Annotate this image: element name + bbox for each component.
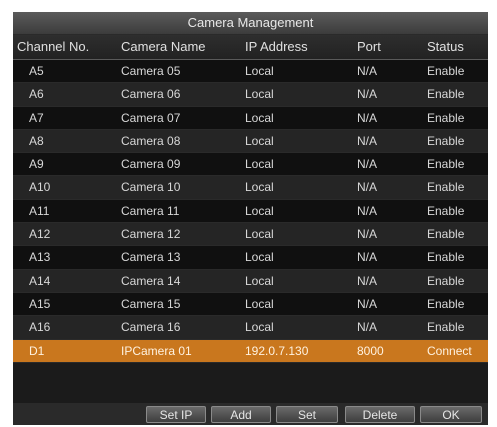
cell-camera-name: Camera 08 bbox=[121, 133, 181, 148]
cell-status: Enable bbox=[427, 296, 465, 311]
cell-ip-address: Local bbox=[245, 203, 274, 218]
cell-camera-name: Camera 07 bbox=[121, 110, 181, 125]
table-row[interactable]: A11 Camera 11 Local N/A Enable bbox=[13, 199, 488, 224]
cell-ip-address: Local bbox=[245, 250, 274, 265]
cell-status: Enable bbox=[427, 64, 465, 78]
cell-camera-name: Camera 09 bbox=[121, 157, 181, 172]
cell-camera-name: IPCamera 01 bbox=[121, 343, 192, 358]
column-header-port: Port bbox=[357, 39, 381, 54]
cell-status: Enable bbox=[427, 320, 465, 335]
cell-camera-name: Camera 13 bbox=[121, 250, 181, 265]
cell-port: N/A bbox=[357, 320, 378, 335]
cell-port: N/A bbox=[357, 157, 378, 172]
cell-channel-no: A5 bbox=[29, 64, 44, 78]
cell-channel-no: A10 bbox=[29, 180, 51, 195]
table-row[interactable]: A13 Camera 13 Local N/A Enable bbox=[13, 246, 488, 270]
cell-port: N/A bbox=[357, 296, 378, 311]
cell-ip-address: Local bbox=[245, 320, 274, 335]
table-row[interactable]: A8 Camera 08 Local N/A Enable bbox=[13, 129, 488, 154]
cell-status: Enable bbox=[427, 273, 465, 288]
table-row[interactable]: A9 Camera 09 Local N/A Enable bbox=[13, 153, 488, 177]
cell-port: N/A bbox=[357, 203, 378, 218]
table-header: Channel No. Camera Name IP Address Port … bbox=[13, 35, 488, 60]
cell-ip-address: Local bbox=[245, 273, 274, 288]
cell-channel-no: A11 bbox=[29, 203, 50, 218]
cell-camera-name: Camera 12 bbox=[121, 227, 181, 242]
cell-port: N/A bbox=[357, 180, 378, 195]
cell-port: N/A bbox=[357, 87, 378, 102]
cell-channel-no: D1 bbox=[29, 343, 45, 358]
cell-port: 8000 bbox=[357, 343, 384, 358]
cell-ip-address: 192.0.7.130 bbox=[245, 343, 309, 358]
cell-status: Enable bbox=[427, 157, 465, 172]
camera-management-dialog: Camera Management Channel No. Camera Nam… bbox=[13, 12, 488, 425]
cell-channel-no: A12 bbox=[29, 227, 51, 242]
cell-channel-no: A9 bbox=[29, 157, 44, 172]
cell-camera-name: Camera 10 bbox=[121, 180, 181, 195]
table-row[interactable]: A16 Camera 16 Local N/A Enable bbox=[13, 316, 488, 340]
cell-channel-no: A14 bbox=[29, 273, 51, 288]
delete-button[interactable]: Delete bbox=[345, 406, 415, 423]
table-row[interactable]: D1 IPCamera 01 192.0.7.130 8000 Connect bbox=[13, 339, 488, 363]
cell-port: N/A bbox=[357, 110, 378, 125]
ok-button[interactable]: OK bbox=[420, 406, 482, 423]
table-row[interactable]: A14 Camera 14 Local N/A Enable bbox=[13, 269, 488, 293]
cell-camera-name: Camera 14 bbox=[121, 273, 181, 288]
dialog-title: Camera Management bbox=[13, 12, 488, 35]
column-header-status: Status bbox=[427, 39, 464, 54]
cell-ip-address: Local bbox=[245, 296, 274, 311]
set-button[interactable]: Set bbox=[276, 406, 338, 423]
cell-channel-no: A6 bbox=[29, 87, 44, 102]
cell-camera-name: Camera 06 bbox=[121, 87, 181, 102]
cell-status: Enable bbox=[427, 87, 465, 102]
cell-channel-no: A13 bbox=[29, 250, 51, 265]
cell-ip-address: Local bbox=[245, 133, 274, 148]
cell-port: N/A bbox=[357, 64, 378, 78]
cell-status: Enable bbox=[427, 227, 465, 242]
table-row[interactable]: A15 Camera 15 Local N/A Enable bbox=[13, 292, 488, 317]
set-ip-button[interactable]: Set IP bbox=[146, 406, 206, 423]
table-row[interactable]: A12 Camera 12 Local N/A Enable bbox=[13, 223, 488, 247]
table-row[interactable]: A6 Camera 06 Local N/A Enable bbox=[13, 83, 488, 107]
cell-channel-no: A16 bbox=[29, 320, 51, 335]
cell-camera-name: Camera 11 bbox=[121, 203, 180, 218]
cell-camera-name: Camera 16 bbox=[121, 320, 181, 335]
cell-status: Enable bbox=[427, 133, 465, 148]
cell-ip-address: Local bbox=[245, 227, 274, 242]
table-row[interactable]: A10 Camera 10 Local N/A Enable bbox=[13, 176, 488, 200]
cell-status: Enable bbox=[427, 203, 465, 218]
cell-channel-no: A15 bbox=[29, 296, 51, 311]
column-header-channel: Channel No. bbox=[17, 39, 90, 54]
cell-port: N/A bbox=[357, 133, 378, 148]
cell-status: Connect bbox=[427, 343, 472, 358]
cell-status: Enable bbox=[427, 250, 465, 265]
cell-ip-address: Local bbox=[245, 157, 274, 172]
table-row[interactable]: A5 Camera 05 Local N/A Enable bbox=[13, 60, 488, 84]
cell-status: Enable bbox=[427, 180, 465, 195]
column-header-camera-name: Camera Name bbox=[121, 39, 206, 54]
cell-channel-no: A7 bbox=[29, 110, 44, 125]
cell-status: Enable bbox=[427, 110, 465, 125]
cell-ip-address: Local bbox=[245, 64, 274, 78]
add-button[interactable]: Add bbox=[211, 406, 271, 423]
cell-camera-name: Camera 05 bbox=[121, 64, 181, 78]
cell-ip-address: Local bbox=[245, 180, 274, 195]
cell-port: N/A bbox=[357, 250, 378, 265]
camera-table-body: A5 Camera 05 Local N/A Enable A6 Camera 06 Loca… bbox=[13, 60, 488, 363]
cell-ip-address: Local bbox=[245, 87, 274, 102]
cell-port: N/A bbox=[357, 273, 378, 288]
button-bar: Set IP Add Set Delete OK bbox=[13, 403, 488, 425]
cell-port: N/A bbox=[357, 227, 378, 242]
cell-camera-name: Camera 15 bbox=[121, 296, 181, 311]
column-header-ip-address: IP Address bbox=[245, 39, 308, 54]
table-row[interactable]: A7 Camera 07 Local N/A Enable bbox=[13, 106, 488, 130]
cell-ip-address: Local bbox=[245, 110, 274, 125]
cell-channel-no: A8 bbox=[29, 133, 44, 148]
